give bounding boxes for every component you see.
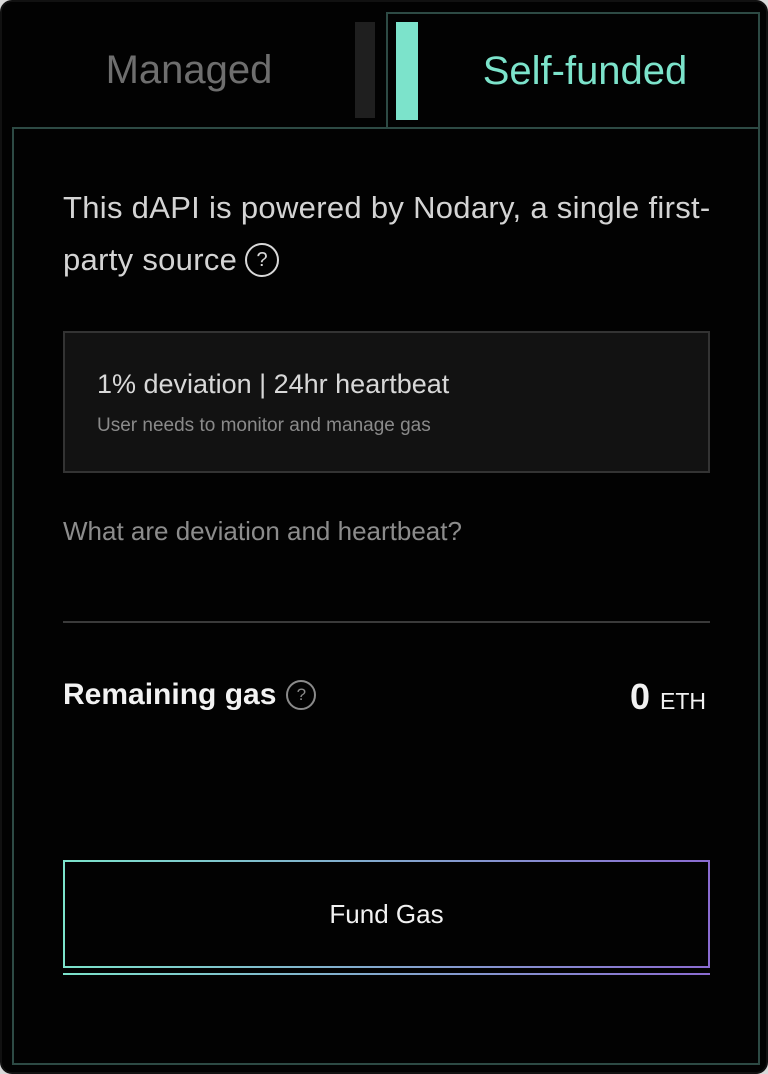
gas-help-icon[interactable]: ? (286, 680, 317, 710)
tab-self-funded[interactable]: Self-funded (386, 12, 760, 128)
tab-managed-label: Managed (105, 47, 273, 92)
dapi-card: Managed Self-funded This dAPI is powered… (0, 0, 768, 1074)
remaining-gas-text: Remaining gas (63, 678, 277, 711)
tab-self-funded-indicator (396, 22, 418, 120)
tab-managed[interactable]: Managed (12, 12, 386, 128)
description-text: This dAPI is powered by Nodary, a single… (63, 190, 711, 277)
gas-amount: 0 (629, 676, 650, 717)
remaining-gas-value: 0 ETH (630, 676, 706, 718)
config-box: 1% deviation | 24hr heartbeat User needs… (63, 331, 710, 473)
remaining-gas-label: Remaining gas ? (63, 678, 317, 712)
description: This dAPI is powered by Nodary, a single… (63, 182, 723, 286)
gas-unit: ETH (660, 688, 706, 714)
tab-self-funded-label: Self-funded (482, 48, 688, 93)
help-icon[interactable]: ? (245, 243, 280, 277)
fund-gas-button-underline (63, 973, 710, 975)
config-title: 1% deviation | 24hr heartbeat (97, 369, 450, 399)
config-subtitle: User needs to monitor and manage gas (97, 415, 431, 436)
tab-managed-indicator (355, 22, 375, 118)
fund-gas-button[interactable]: Fund Gas (63, 860, 710, 968)
divider (63, 621, 710, 623)
deviation-heartbeat-link[interactable]: What are deviation and heartbeat? (63, 516, 462, 547)
